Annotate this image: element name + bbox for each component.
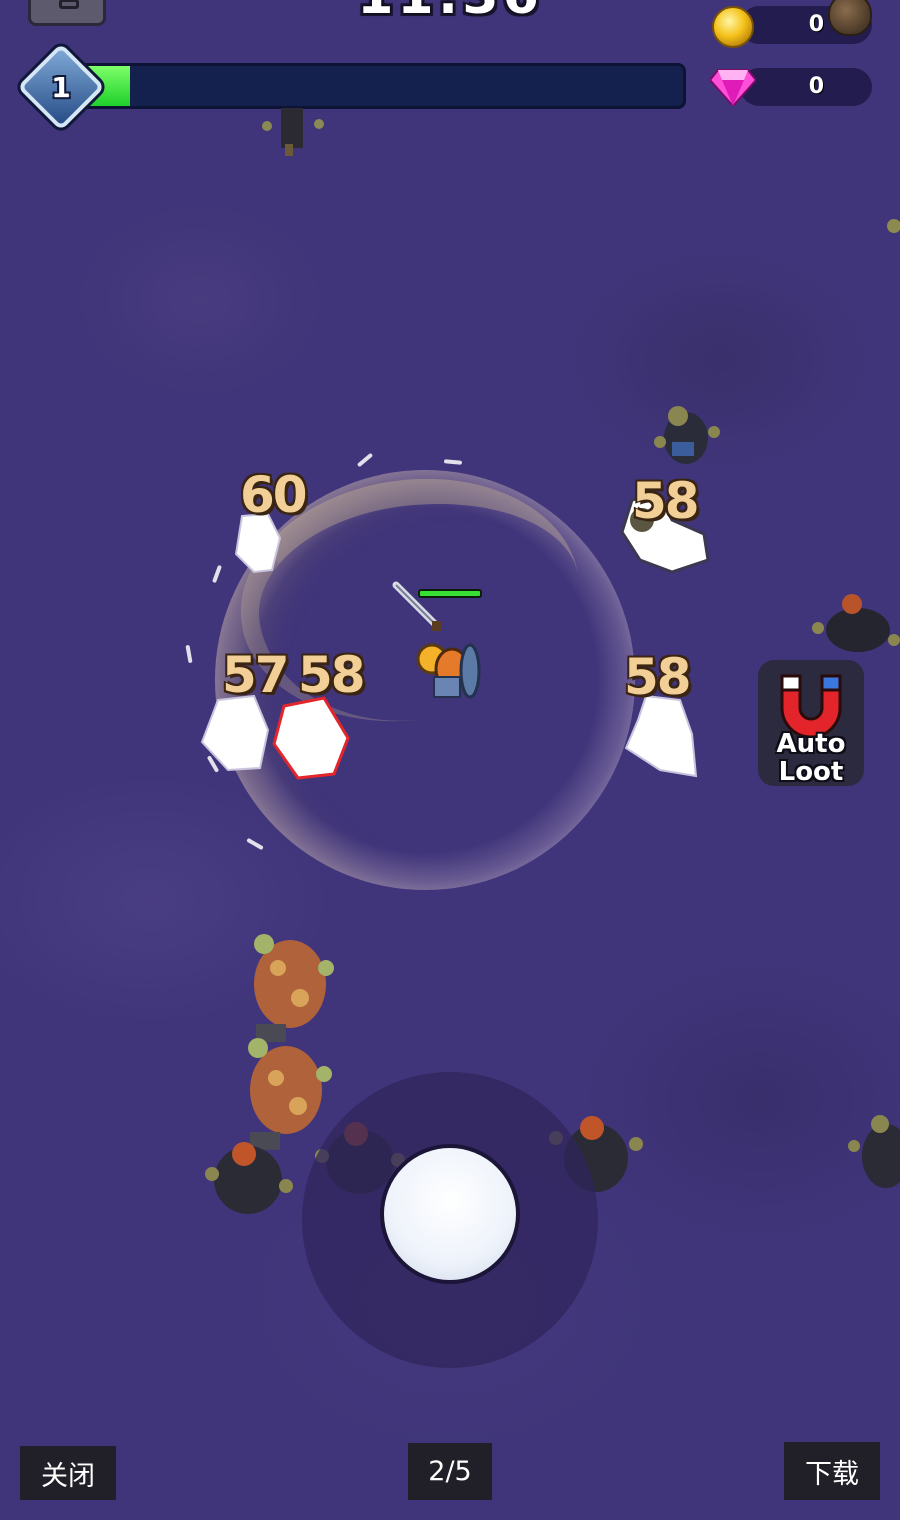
auto-loot-line2: Loot	[778, 757, 844, 787]
zombie-enemy	[205, 1142, 293, 1214]
experience-bar	[72, 63, 686, 109]
gem-icon	[710, 69, 756, 106]
zombie-enemy	[654, 406, 720, 464]
zombie-enemy	[848, 1115, 900, 1188]
gem-count: 0	[808, 74, 824, 99]
hero-knight	[392, 581, 481, 699]
brute-zombie-enemy	[254, 934, 334, 1042]
impact-fleck	[356, 452, 374, 468]
impact-fleck	[246, 837, 264, 851]
survival-timer: 11:36	[340, 0, 560, 22]
auto-loot-button[interactable]: Auto Loot	[758, 660, 864, 786]
zombie-enemy	[812, 594, 900, 652]
impact-fleck	[443, 459, 463, 465]
close-button[interactable]: 关闭	[20, 1446, 116, 1500]
damage-number: 60	[240, 466, 308, 524]
loot-bag-icon	[828, 0, 872, 36]
auto-loot-line1: Auto	[776, 729, 846, 759]
virtual-joystick-knob[interactable]	[380, 1144, 520, 1284]
hit-enemy-flash	[272, 696, 350, 780]
auto-loot-label: Auto Loot	[758, 730, 864, 786]
book-icon	[59, 0, 79, 9]
damage-number: 58	[298, 646, 366, 704]
download-button[interactable]: 下载	[784, 1442, 880, 1500]
gem-counter: 0	[740, 68, 872, 106]
menu-button[interactable]	[28, 0, 106, 26]
impact-fleck	[212, 564, 222, 584]
page-indicator: 2/5	[408, 1443, 492, 1500]
level-number: 1	[51, 70, 71, 104]
coin-icon	[712, 6, 754, 48]
coin-count: 0	[808, 12, 824, 37]
damage-number: 58	[632, 472, 700, 530]
damage-number: 58	[624, 648, 692, 706]
game-arena: 11:36 1 0 0	[0, 0, 900, 1520]
zombie-enemy	[887, 219, 900, 233]
impact-fleck	[185, 644, 193, 664]
damage-number: 57	[222, 646, 290, 704]
zombie-enemy	[262, 108, 324, 156]
